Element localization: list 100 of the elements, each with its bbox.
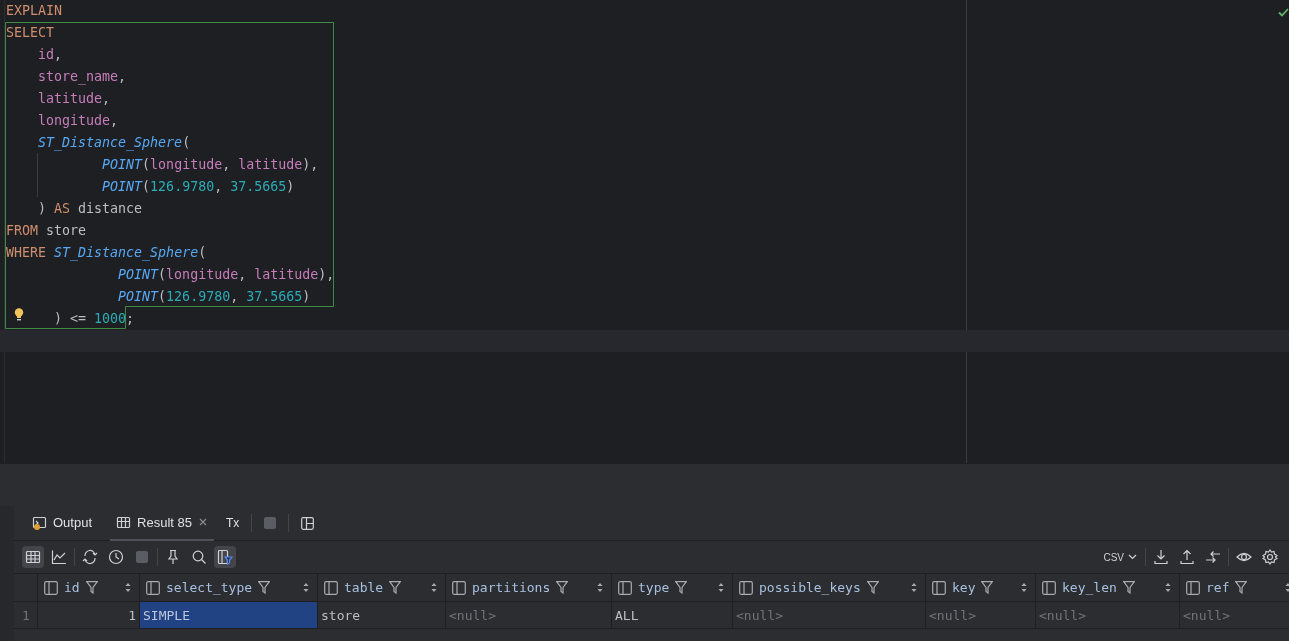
code-token: , — [110, 113, 119, 128]
code-token: AS — [54, 201, 71, 216]
code-token: ( — [142, 157, 151, 172]
code-token: ( — [158, 289, 167, 304]
code-token: , — [238, 267, 248, 282]
code-token: ) — [286, 179, 295, 194]
sort-icon[interactable] — [125, 582, 131, 593]
sort-icon[interactable] — [597, 582, 603, 593]
column-header[interactable]: key — [926, 574, 1036, 602]
code-token: longitude — [166, 267, 239, 282]
chevron-down-icon — [1128, 554, 1137, 560]
filter-button[interactable] — [214, 546, 236, 568]
upload-icon — [1179, 549, 1195, 565]
column-header[interactable]: id — [38, 574, 140, 602]
chart-icon — [51, 549, 67, 565]
sort-icon[interactable] — [911, 582, 917, 593]
transaction-button[interactable]: Tx — [225, 516, 240, 530]
column-header[interactable]: table — [318, 574, 446, 602]
column-icon — [452, 580, 466, 595]
code-token: EXPLAIN — [6, 3, 63, 18]
filter-icon[interactable] — [389, 581, 402, 594]
code-token: id — [38, 47, 55, 62]
code-token: ( — [142, 179, 151, 194]
column-header[interactable]: possible_keys — [733, 574, 926, 602]
row-number: 1 — [14, 602, 38, 629]
code-token: store_name — [38, 69, 119, 84]
console-icon — [32, 514, 47, 530]
code-token: ) <= — [54, 311, 88, 326]
code-token: FROM — [6, 223, 39, 238]
table-cell[interactable]: store — [318, 602, 446, 629]
code-token: latitude — [254, 267, 319, 282]
code-token: store — [46, 223, 87, 238]
sort-icon[interactable] — [1165, 582, 1171, 593]
filter-icon[interactable] — [675, 581, 688, 594]
table-cell[interactable]: SIMPLE — [140, 602, 318, 629]
column-icon — [146, 580, 160, 595]
code-token: , — [118, 69, 127, 84]
column-header[interactable]: key_len — [1036, 574, 1180, 602]
column-icon — [1042, 580, 1056, 595]
download-icon — [1153, 549, 1169, 565]
column-header[interactable]: partitions — [446, 574, 612, 602]
column-header[interactable]: type — [612, 574, 733, 602]
filter-icon[interactable] — [1122, 581, 1135, 594]
filter-icon[interactable] — [556, 581, 569, 594]
code-token: latitude — [38, 91, 103, 106]
code-token: ( — [158, 267, 167, 282]
column-icon — [1186, 580, 1200, 595]
table-cell[interactable]: ALL — [612, 602, 733, 629]
settings-icon — [1262, 549, 1278, 565]
code-token: ST_Distance_Sphere — [54, 245, 199, 260]
code-token: 126.9780 — [150, 179, 215, 194]
code-token: ( — [198, 245, 207, 260]
sort-icon[interactable] — [431, 582, 437, 593]
code-token: 126.9780 — [166, 289, 231, 304]
sort-icon[interactable] — [1021, 582, 1027, 593]
sort-icon[interactable] — [303, 582, 309, 593]
check-icon — [1278, 8, 1289, 17]
code-token: 1000 — [94, 311, 127, 326]
code-token: POINT — [102, 157, 143, 172]
filter-icon — [217, 549, 233, 565]
column-icon — [932, 580, 946, 595]
refresh-icon — [82, 549, 98, 565]
table-icon — [25, 549, 41, 565]
filter-icon[interactable] — [258, 581, 271, 594]
lightbulb-icon[interactable] — [14, 308, 24, 321]
column-icon — [618, 580, 632, 595]
close-icon[interactable] — [197, 517, 208, 527]
code-token: POINT — [102, 179, 143, 194]
column-icon — [44, 580, 58, 595]
format-dropdown[interactable]: CSV — [1099, 551, 1141, 563]
code-token: ( — [182, 135, 191, 150]
filter-icon[interactable] — [1235, 581, 1248, 594]
stop-icon — [134, 549, 150, 565]
pin-icon — [165, 549, 181, 565]
code-token: ), — [318, 267, 335, 282]
table-button[interactable] — [22, 546, 44, 568]
code-token: , — [230, 289, 240, 304]
code-token: distance — [78, 201, 143, 216]
code-token: ; — [126, 311, 135, 326]
code-token: latitude — [238, 157, 303, 172]
code-token: WHERE — [6, 245, 48, 260]
filter-icon[interactable] — [85, 581, 98, 594]
code-token: 37.5665 — [246, 289, 303, 304]
code-token: SELECT — [6, 25, 55, 40]
layout-icon[interactable] — [301, 516, 315, 530]
result-tab[interactable]: Output — [26, 505, 99, 541]
column-header[interactable]: ref — [1180, 574, 1289, 602]
filter-icon[interactable] — [981, 581, 994, 594]
clock-icon — [108, 549, 124, 565]
code-token: ) — [38, 201, 48, 216]
sort-icon[interactable] — [718, 582, 724, 593]
code-token: ) — [302, 289, 311, 304]
code-token: longitude — [150, 157, 223, 172]
column-icon — [739, 580, 753, 595]
code-token: 37.5665 — [230, 179, 287, 194]
code-token: POINT — [118, 267, 159, 282]
column-icon — [324, 580, 338, 595]
code-token: ), — [302, 157, 319, 172]
result-tab[interactable]: Result 85 — [110, 505, 214, 541]
filter-icon[interactable] — [866, 581, 879, 594]
